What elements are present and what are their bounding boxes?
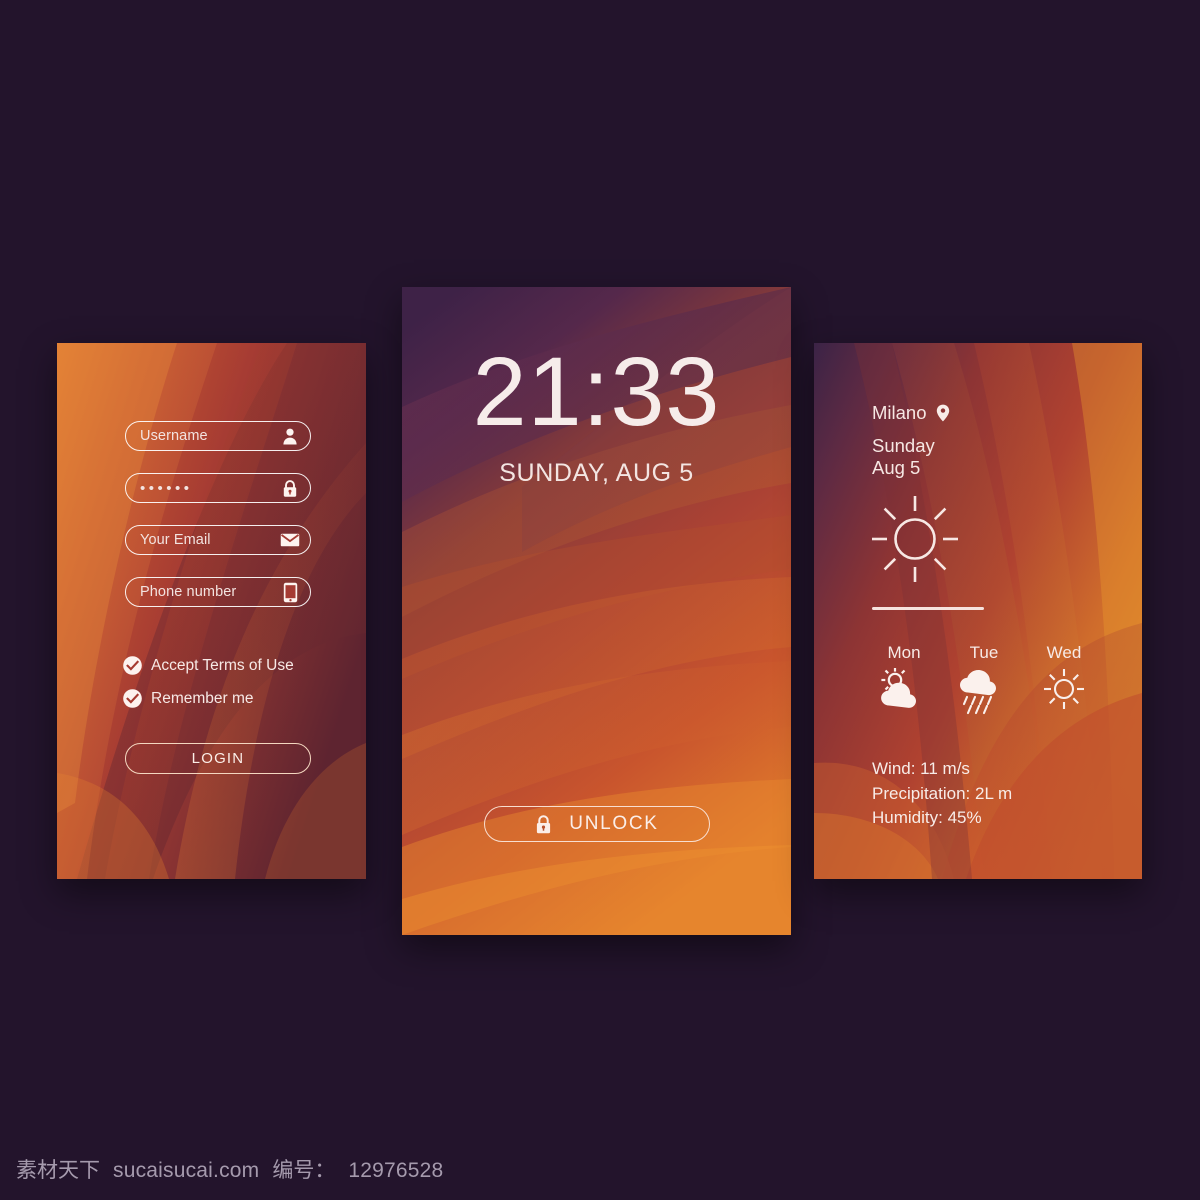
- envelope-icon: [280, 530, 300, 550]
- watermark-site-cn: 素材天下: [16, 1159, 100, 1182]
- forecast-day-tue: Tue: [944, 643, 1024, 715]
- login-button-label: LOGIN: [191, 750, 245, 767]
- sun-icon: [869, 493, 961, 585]
- weather-stat-precipitation: Precipitation: 2L m: [872, 783, 1013, 803]
- weather-day: Sunday: [872, 435, 935, 456]
- weather-city-label: Milano: [872, 402, 927, 423]
- lock-screen-panel: 21:33 SUNDAY, AUG 5 UNLOCK: [402, 287, 791, 935]
- username-input-value: Username: [140, 428, 208, 444]
- remember-me-label: Remember me: [151, 689, 254, 707]
- rain-cloud-icon: [944, 667, 1024, 715]
- map-pin-icon: [936, 404, 950, 422]
- weather-screen-panel: Milano Sunday Aug 5 Mon Tue Wed Wind: 11…: [814, 343, 1142, 879]
- phone-input[interactable]: Phone number: [125, 577, 311, 607]
- watermark-id-value: 12976528: [348, 1159, 444, 1182]
- phone-icon: [280, 582, 300, 602]
- unlock-button[interactable]: UNLOCK: [483, 806, 710, 842]
- login-button[interactable]: LOGIN: [125, 743, 311, 774]
- check-circle-icon: [123, 656, 142, 675]
- watermark-id-label: 编号：: [272, 1159, 336, 1182]
- clock-time: 21:33: [472, 337, 721, 446]
- clock-date: SUNDAY, AUG 5: [499, 459, 694, 487]
- login-form-fields: Username •••••• Your Email Phone number: [125, 421, 311, 629]
- check-circle-icon: [123, 689, 142, 708]
- weather-stats: Wind: 11 m/s Precipitation: 2L m Humidit…: [872, 757, 1012, 831]
- login-checkbox-group: Accept Terms of Use Remember me: [123, 656, 294, 722]
- lock-icon: [280, 478, 300, 498]
- footer-watermark: 素材天下 sucaisucai.com 编号： 12976528: [16, 1154, 456, 1184]
- user-icon: [280, 426, 300, 446]
- screenshot-canvas: Username •••••• Your Email Phone number …: [0, 0, 1200, 1200]
- accept-terms-checkbox[interactable]: Accept Terms of Use: [123, 656, 294, 675]
- accept-terms-label: Accept Terms of Use: [151, 656, 294, 674]
- email-input-value: Your Email: [140, 532, 211, 548]
- weather-city: Milano: [872, 402, 950, 424]
- password-input[interactable]: ••••••: [125, 473, 311, 503]
- weather-stat-humidity: Humidity: 45%: [872, 808, 982, 828]
- forecast-day-label: Tue: [969, 643, 999, 662]
- forecast-day-wed: Wed: [1024, 643, 1104, 715]
- email-input[interactable]: Your Email: [125, 525, 311, 555]
- watermark-site-url: sucaisucai.com: [113, 1159, 260, 1182]
- forecast-day-label: Wed: [1046, 643, 1082, 662]
- lock-icon: [534, 814, 553, 835]
- phone-input-value: Phone number: [140, 584, 237, 600]
- unlock-button-label: UNLOCK: [569, 813, 659, 834]
- login-screen-panel: Username •••••• Your Email Phone number …: [57, 343, 366, 879]
- weather-stat-wind: Wind: 11 m/s: [872, 759, 970, 778]
- weather-date: Aug 5: [872, 457, 921, 478]
- username-input[interactable]: Username: [125, 421, 311, 451]
- sun-cloud-icon: [864, 667, 944, 715]
- forecast-day-mon: Mon: [864, 643, 944, 715]
- weather-forecast: Mon Tue Wed: [864, 643, 1104, 715]
- password-input-value: ••••••: [140, 479, 193, 497]
- sun-icon: [1024, 667, 1104, 715]
- remember-me-checkbox[interactable]: Remember me: [123, 689, 294, 708]
- weather-divider: [872, 607, 984, 610]
- forecast-day-label: Mon: [887, 643, 921, 662]
